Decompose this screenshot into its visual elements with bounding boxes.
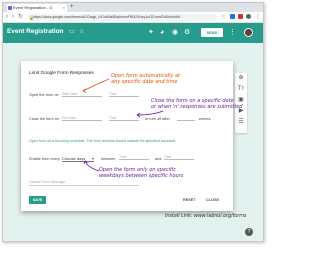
days-select-value: Choose days bbox=[62, 156, 86, 161]
open-annotation-line-2: any specific date and time bbox=[111, 79, 178, 85]
settings-icon[interactable]: ⚙ bbox=[184, 28, 190, 37]
lock-icon: 🔒 bbox=[29, 15, 34, 20]
enable-label: Enable form every bbox=[29, 157, 60, 161]
add-question-icon[interactable]: ⊕ bbox=[235, 73, 247, 84]
send-button[interactable]: SEND bbox=[201, 28, 223, 37]
close-label: Close the form on bbox=[29, 117, 59, 121]
close-button[interactable]: CLOSE bbox=[206, 198, 219, 202]
closed-message-field[interactable]: Closed Form Message bbox=[29, 179, 139, 186]
add-section-icon[interactable]: ☰ bbox=[235, 117, 247, 128]
open-annotation: Open form automatically at any specific … bbox=[111, 73, 180, 85]
days-select[interactable]: Choose days ▾ bbox=[62, 155, 94, 162]
folder-icon[interactable]: ▭ bbox=[69, 28, 75, 37]
close-time-field[interactable]: Time bbox=[109, 115, 139, 121]
profile-icon[interactable] bbox=[246, 14, 251, 19]
avatar[interactable] bbox=[244, 28, 253, 37]
back-icon[interactable]: ‹ bbox=[6, 13, 8, 22]
menu-icon[interactable]: ⋮ bbox=[255, 13, 261, 22]
or-after-label: or turn off after bbox=[145, 117, 170, 121]
and-label: and bbox=[155, 157, 162, 161]
browser-tab[interactable]: Event Registration - G × bbox=[7, 4, 67, 12]
save-button[interactable]: SAVE bbox=[29, 196, 46, 204]
tab-close-icon[interactable]: × bbox=[63, 4, 65, 12]
url-text: https://docs.google.com/forms/d/1Gaqjc_H… bbox=[33, 15, 181, 19]
reset-button[interactable]: RESET bbox=[183, 198, 196, 202]
screenshot-frame: Event Registration - G × + ‹ › ↻ 🔒 https… bbox=[2, 2, 264, 242]
url-field[interactable]: 🔒 https://docs.google.com/forms/d/1Gaqjc… bbox=[27, 14, 217, 21]
open-date-field[interactable]: Start Date bbox=[62, 91, 102, 97]
preview-icon[interactable]: ◉ bbox=[172, 28, 178, 37]
close-date-field[interactable]: End Date bbox=[62, 115, 102, 121]
close-annotation: Close the form on a specific date or whe… bbox=[151, 98, 242, 110]
schedule-annotation-line-2: weekdays between specific hours bbox=[99, 173, 184, 179]
help-icon[interactable]: ? bbox=[245, 228, 253, 236]
new-tab-button[interactable]: + bbox=[70, 3, 74, 12]
forward-icon[interactable]: › bbox=[12, 13, 14, 22]
form-title[interactable]: Event Registration bbox=[7, 28, 63, 35]
star-icon[interactable]: ☆ bbox=[221, 13, 225, 22]
add-title-icon[interactable]: Tт bbox=[235, 84, 247, 95]
forms-header: Event Registration ▭ ☆ ✦ ◕ ◉ ⚙ SEND ⋮ bbox=[3, 23, 263, 43]
open-time-field[interactable]: Time bbox=[109, 91, 139, 97]
schedule-annotation: Open the form only on specific weekdays … bbox=[99, 167, 183, 179]
tab-title: Event Registration - G bbox=[13, 5, 53, 10]
between-label: between bbox=[101, 157, 116, 161]
reload-icon[interactable]: ↻ bbox=[18, 13, 23, 22]
dialog-title: Limit Google Form Responses bbox=[29, 71, 94, 76]
install-annotation: Install Link: www.labnol.org/forms bbox=[165, 214, 247, 219]
address-bar: ‹ › ↻ 🔒 https://docs.google.com/forms/d/… bbox=[3, 12, 263, 23]
entries-count-field[interactable] bbox=[177, 115, 195, 121]
forms-favicon-icon bbox=[8, 6, 12, 10]
palette-icon[interactable]: ◕ bbox=[160, 28, 164, 37]
browser-tab-bar: Event Registration - G × + bbox=[3, 3, 263, 12]
close-annotation-line-2: or when 'n' responses are submitted bbox=[151, 104, 243, 110]
start-time-field[interactable]: Time bbox=[119, 154, 149, 160]
entries-label: entries. bbox=[199, 117, 212, 121]
recurring-schedule-text: Open form on a recurring schedule. The f… bbox=[29, 139, 177, 143]
open-label: Open the form on bbox=[29, 93, 59, 97]
star-icon[interactable]: ☆ bbox=[79, 28, 84, 37]
extension-icon[interactable] bbox=[230, 14, 235, 19]
end-time-field[interactable]: Time bbox=[164, 154, 194, 160]
addon-icon[interactable]: ✦ bbox=[148, 28, 154, 37]
more-icon[interactable]: ⋮ bbox=[229, 28, 236, 37]
extension-icon[interactable] bbox=[238, 14, 243, 19]
chevron-down-icon: ▾ bbox=[91, 156, 94, 161]
